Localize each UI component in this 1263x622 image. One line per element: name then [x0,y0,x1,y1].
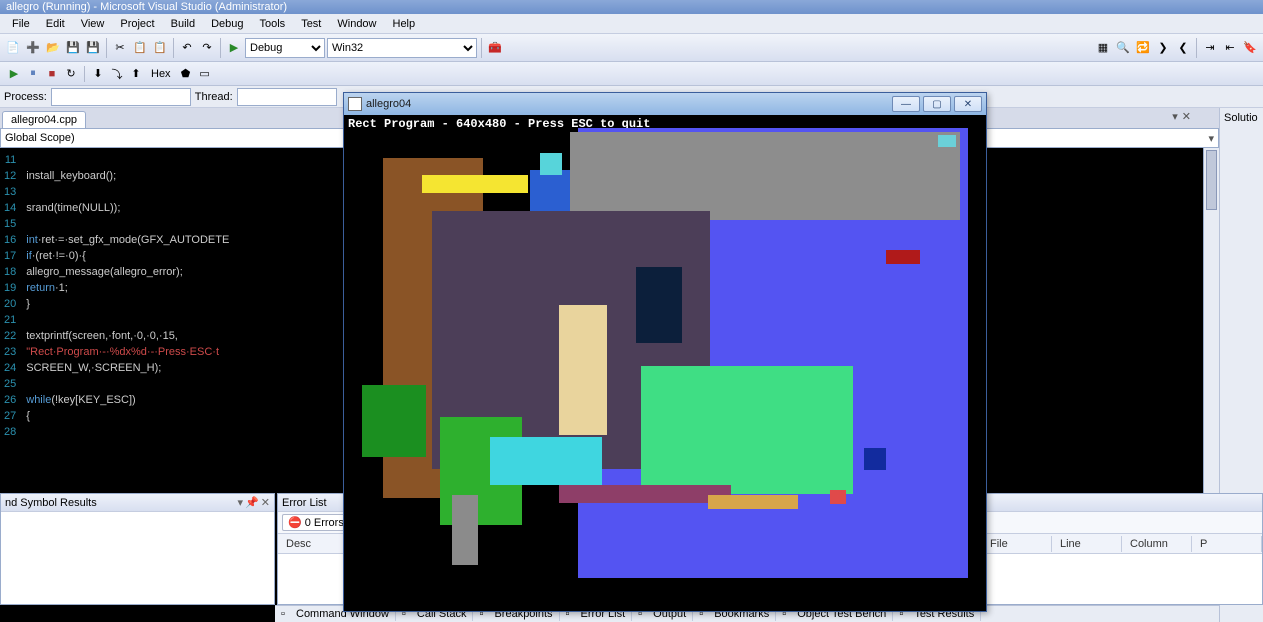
output-icon[interactable]: ▭ [197,66,213,82]
col-p[interactable]: P [1192,536,1262,552]
menu-debug[interactable]: Debug [203,16,251,32]
symbol-results-panel: nd Symbol Results ▾📌✕ [0,493,275,605]
outdent-icon[interactable]: ⇤ [1221,39,1239,57]
canvas-rect [540,153,562,175]
menu-project[interactable]: Project [112,16,162,32]
stop-icon[interactable]: ■ [44,66,60,82]
comment-icon[interactable]: ❯ [1154,39,1172,57]
canvas-rect [636,267,682,343]
save-icon[interactable]: 💾 [64,39,82,57]
app-window-titlebar[interactable]: allegro04 — ▢ ✕ [344,93,986,115]
thread-select[interactable] [237,88,337,106]
maximize-button[interactable]: ▢ [923,96,951,112]
canvas-rect [830,490,846,504]
process-select[interactable] [51,88,191,106]
continue-icon[interactable]: ▶ [6,66,22,82]
pin-icon[interactable]: 📌 [245,496,259,509]
thread-label: Thread: [195,91,233,103]
tab-dropdown-icon[interactable]: ▾ [1172,110,1178,123]
tab-close-icon[interactable]: ✕ [1182,110,1191,123]
col-file[interactable]: File [982,536,1052,552]
paste-icon[interactable]: 📋 [151,39,169,57]
canvas-rect [362,385,426,457]
pause-icon[interactable]: ⏸ [25,66,41,82]
bookmark-icon[interactable]: 🔖 [1241,39,1259,57]
process-label: Process: [4,91,47,103]
canvas-rect [708,495,798,509]
chevron-down-icon[interactable]: ▾ [1208,132,1214,145]
minimize-button[interactable]: — [892,96,920,112]
panel-title: nd Symbol Results [5,497,97,509]
menu-bar: FileEditViewProjectBuildDebugToolsTestWi… [0,14,1263,34]
hex-toggle[interactable]: Hex [147,68,175,80]
copy-icon[interactable]: 📋 [131,39,149,57]
canvas-rect [570,132,960,220]
restart-icon[interactable]: ↻ [63,66,79,82]
debug-toolbar: ▶ ⏸ ■ ↻ ⬇ ⤵ ⬆ Hex ⬟ ▭ [0,62,1263,86]
solution-tab[interactable]: Solutio [1224,112,1258,124]
menu-file[interactable]: File [4,16,38,32]
menu-build[interactable]: Build [163,16,203,32]
breakpoint-icon[interactable]: ⬟ [178,66,194,82]
canvas-rect [641,366,853,494]
save-all-icon[interactable]: 💾 [84,39,102,57]
cut-icon[interactable]: ✂ [111,39,129,57]
step-into-icon[interactable]: ⬇ [90,66,106,82]
scope-text: Global Scope) [5,132,75,144]
undo-icon[interactable]: ↶ [178,39,196,57]
canvas-rect [864,448,886,470]
window-title: allegro (Running) - Microsoft Visual Stu… [6,1,287,13]
menu-view[interactable]: View [73,16,113,32]
canvas-rect [452,495,478,565]
start-debug-icon[interactable]: ▶ [225,39,243,57]
tab-controls: ▾ ✕ [1172,110,1191,123]
canvas-rect [422,175,528,193]
running-app-window[interactable]: allegro04 — ▢ ✕ Rect Program - 640x480 -… [343,92,987,612]
errors-chip[interactable]: ⛔0 Errors [282,514,350,531]
window-layout-icon[interactable]: ▦ [1094,39,1112,57]
menu-tools[interactable]: Tools [252,16,294,32]
step-out-icon[interactable]: ⬆ [128,66,144,82]
app-window-title: allegro04 [366,98,888,110]
add-item-icon[interactable]: ➕ [24,39,42,57]
open-icon[interactable]: 📂 [44,39,62,57]
canvas-rect [559,485,731,503]
window-titlebar: allegro (Running) - Microsoft Visual Stu… [0,0,1263,14]
close-icon[interactable]: ✕ [261,496,270,509]
redo-icon[interactable]: ↷ [198,39,216,57]
close-button[interactable]: ✕ [954,96,982,112]
indent-icon[interactable]: ⇥ [1201,39,1219,57]
find-icon[interactable]: 🔍 [1114,39,1132,57]
canvas-rect [886,250,920,264]
canvas-rect [559,305,607,435]
main-toolbar: 📄 ➕ 📂 💾 💾 ✂ 📋 📋 ↶ ↷ ▶ Debug Win32 🧰 ▦ 🔍 … [0,34,1263,62]
menu-window[interactable]: Window [329,16,384,32]
file-tab[interactable]: allegro04.cpp [2,111,86,128]
col-column[interactable]: Column [1122,536,1192,552]
canvas-rect [490,437,602,485]
col-line[interactable]: Line [1052,536,1122,552]
new-project-icon[interactable]: 📄 [4,39,22,57]
menu-edit[interactable]: Edit [38,16,73,32]
replace-icon[interactable]: 🔁 [1134,39,1152,57]
menu-test[interactable]: Test [293,16,329,32]
menu-help[interactable]: Help [385,16,424,32]
app-icon [348,97,362,111]
toolbox-icon[interactable]: 🧰 [486,39,504,57]
uncomment-icon[interactable]: ❮ [1174,39,1192,57]
chevron-down-icon[interactable]: ▾ [238,496,244,509]
platform-select[interactable]: Win32 [327,38,477,58]
canvas-rect [938,135,956,147]
config-select[interactable]: Debug [245,38,325,58]
step-over-icon[interactable]: ⤵ [109,66,125,82]
app-canvas: Rect Program - 640x480 - Press ESC to qu… [344,115,986,611]
scrollbar-thumb[interactable] [1206,150,1217,210]
panel-title: Error List [282,497,327,509]
